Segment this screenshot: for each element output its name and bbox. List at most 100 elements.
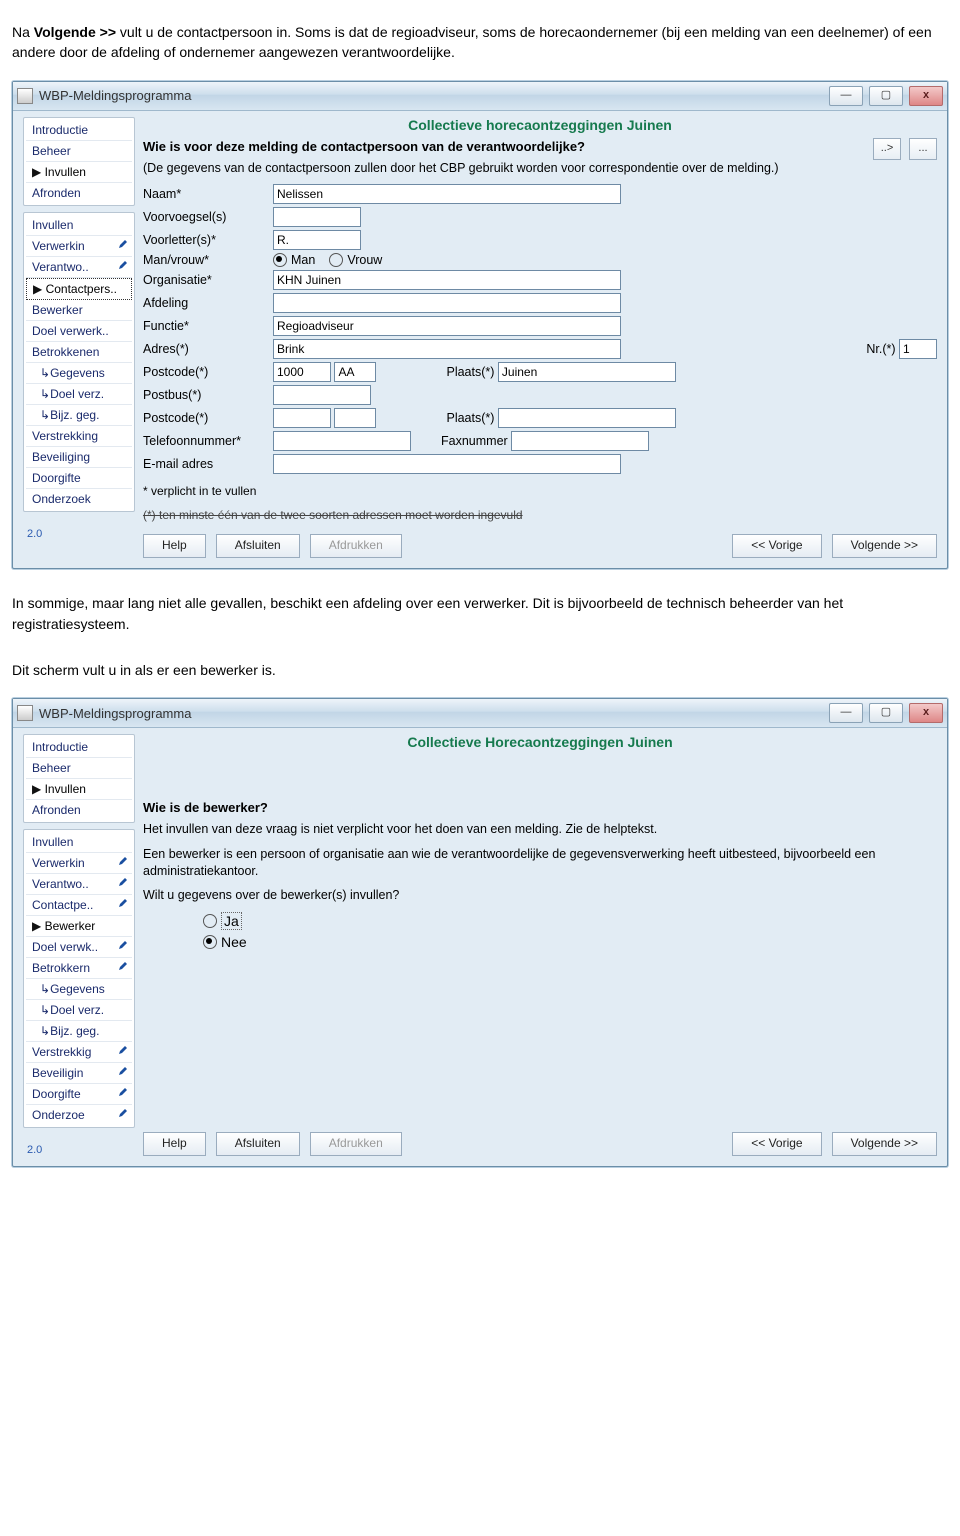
button-row: Help Afsluiten Afdrukken << Vorige Volge… (143, 1132, 937, 1156)
input-fax[interactable] (511, 431, 649, 451)
input-postbus[interactable] (273, 385, 371, 405)
sub-bijzgeg[interactable]: ↳Bijz. geg. (26, 405, 132, 426)
radio-ja[interactable]: Ja (203, 912, 923, 930)
pencil-icon (118, 961, 128, 971)
input-adres[interactable] (273, 339, 621, 359)
input-postcode2-num[interactable] (273, 408, 331, 428)
sub-gegevens[interactable]: ↳Gegevens (26, 979, 132, 1000)
sub-bijzgeg[interactable]: ↳Bijz. geg. (26, 1021, 132, 1042)
sub-betrokkenen[interactable]: Betrokkern (26, 958, 132, 979)
afsluiten-button[interactable]: Afsluiten (216, 1132, 300, 1156)
input-organisatie[interactable] (273, 270, 621, 290)
maximize-button[interactable]: ▢ (869, 86, 903, 106)
sub-onderzoek[interactable]: Onderzoe (26, 1105, 132, 1125)
input-email[interactable] (273, 454, 621, 474)
input-functie[interactable] (273, 316, 621, 336)
label-naam: Naam* (143, 187, 273, 201)
pencil-icon (118, 898, 128, 908)
pencil-icon (118, 877, 128, 887)
nav-beheer[interactable]: Beheer (26, 141, 132, 162)
sub-verwerking[interactable]: Verwerkin (26, 853, 132, 874)
titlebar[interactable]: WBP-Meldingsprogramma — ▢ x (13, 82, 947, 111)
note-address: (*) ten minste één van de twee soorten a… (143, 508, 937, 522)
sub-contactpers[interactable]: ▶ Contactpers.. (26, 278, 132, 300)
pencil-icon (118, 940, 128, 950)
sub-verantwoord[interactable]: Verantwo.. (26, 257, 132, 278)
input-plaats2[interactable] (498, 408, 676, 428)
sub-betrokkenen[interactable]: Betrokkenen (26, 342, 132, 363)
volgende-button[interactable]: Volgende >> (832, 1132, 937, 1156)
pencil-icon (118, 1066, 128, 1076)
sub-gegevens[interactable]: ↳Gegevens (26, 363, 132, 384)
afdrukken-button: Afdrukken (310, 1132, 402, 1156)
intro-paragraph-3: Dit scherm vult u in als er een bewerker… (0, 652, 960, 684)
sub-onderzoek[interactable]: Onderzoek (26, 489, 132, 509)
nav-invullen[interactable]: ▶ Invullen (26, 779, 132, 800)
input-voorletters[interactable] (273, 230, 361, 250)
vorige-button[interactable]: << Vorige (732, 1132, 821, 1156)
close-button[interactable]: x (909, 86, 943, 106)
radio-nee[interactable]: Nee (203, 934, 923, 950)
nav-beheer[interactable]: Beheer (26, 758, 132, 779)
nav-main-group: Introductie Beheer ▶ Invullen Afronden (23, 117, 135, 206)
minimize-button[interactable]: — (829, 703, 863, 723)
nav-invullen[interactable]: ▶ Invullen (26, 162, 132, 183)
label-manvrouw: Man/vrouw* (143, 253, 273, 267)
input-voorvoegsel[interactable] (273, 207, 361, 227)
close-button[interactable]: x (909, 703, 943, 723)
minimize-button[interactable]: — (829, 86, 863, 106)
pencil-icon (118, 856, 128, 866)
volgende-button[interactable]: Volgende >> (832, 534, 937, 558)
vorige-button[interactable]: << Vorige (732, 534, 821, 558)
radio-man[interactable]: Man (273, 253, 315, 267)
input-naam[interactable] (273, 184, 621, 204)
help-button[interactable]: Help (143, 1132, 206, 1156)
sub-doelverz[interactable]: ↳Doel verz. (26, 384, 132, 405)
sub-verstrekking[interactable]: Verstrekking (26, 426, 132, 447)
sub-bewerker[interactable]: Bewerker (26, 300, 132, 321)
sub-verantwoord[interactable]: Verantwo.. (26, 874, 132, 895)
maximize-button[interactable]: ▢ (869, 703, 903, 723)
pencil-icon (118, 1087, 128, 1097)
more-button[interactable]: ... (909, 138, 937, 160)
input-nr[interactable] (899, 339, 937, 359)
titlebar[interactable]: WBP-Meldingsprogramma — ▢ x (13, 699, 947, 728)
help-button[interactable]: Help (143, 534, 206, 558)
input-postcode-let[interactable] (334, 362, 376, 382)
radio-vrouw[interactable]: Vrouw (329, 253, 382, 267)
label-postcode: Postcode(*) (143, 365, 273, 379)
input-plaats[interactable] (498, 362, 676, 382)
question-text: Wie is de bewerker? (143, 800, 937, 815)
nav-sub-group: Invullen Verwerkin Verantwo.. Contactpe.… (23, 829, 135, 1128)
sub-bewerker[interactable]: ▶ Bewerker (26, 916, 132, 937)
nav-introductie[interactable]: Introductie (26, 737, 132, 758)
sub-doorgifte[interactable]: Doorgifte (26, 1084, 132, 1105)
sub-invullen[interactable]: Invullen (26, 215, 132, 236)
input-postcode2-let[interactable] (334, 408, 376, 428)
sub-invullen[interactable]: Invullen (26, 832, 132, 853)
nav-introductie[interactable]: Introductie (26, 120, 132, 141)
note-required: * verplicht in te vullen (143, 484, 937, 498)
afsluiten-button[interactable]: Afsluiten (216, 534, 300, 558)
sub-doelverwerk[interactable]: Doel verwk.. (26, 937, 132, 958)
sub-contactpers[interactable]: Contactpe.. (26, 895, 132, 916)
label-plaats: Plaats(*) (446, 365, 494, 379)
sub-beveiliging[interactable]: Beveiliging (26, 447, 132, 468)
nav-afronden[interactable]: Afronden (26, 183, 132, 203)
input-afdeling[interactable] (273, 293, 621, 313)
label-adres: Adres(*) (143, 342, 273, 356)
sub-doelverwerk[interactable]: Doel verwerk.. (26, 321, 132, 342)
window-bewerker: WBP-Meldingsprogramma — ▢ x Introductie … (12, 698, 948, 1167)
goto-button[interactable]: ..> (873, 138, 901, 160)
window-contactpersoon: WBP-Meldingsprogramma — ▢ x Introductie … (12, 81, 948, 570)
nav-afronden[interactable]: Afronden (26, 800, 132, 820)
sub-doelverz[interactable]: ↳Doel verz. (26, 1000, 132, 1021)
app-title: WBP-Meldingsprogramma (39, 706, 191, 721)
input-postcode-num[interactable] (273, 362, 331, 382)
sub-beveiliging[interactable]: Beveiligin (26, 1063, 132, 1084)
sub-verstrekking[interactable]: Verstrekkig (26, 1042, 132, 1063)
label-functie: Functie* (143, 319, 273, 333)
sub-doorgifte[interactable]: Doorgifte (26, 468, 132, 489)
input-telefoon[interactable] (273, 431, 411, 451)
sub-verwerking[interactable]: Verwerkin (26, 236, 132, 257)
